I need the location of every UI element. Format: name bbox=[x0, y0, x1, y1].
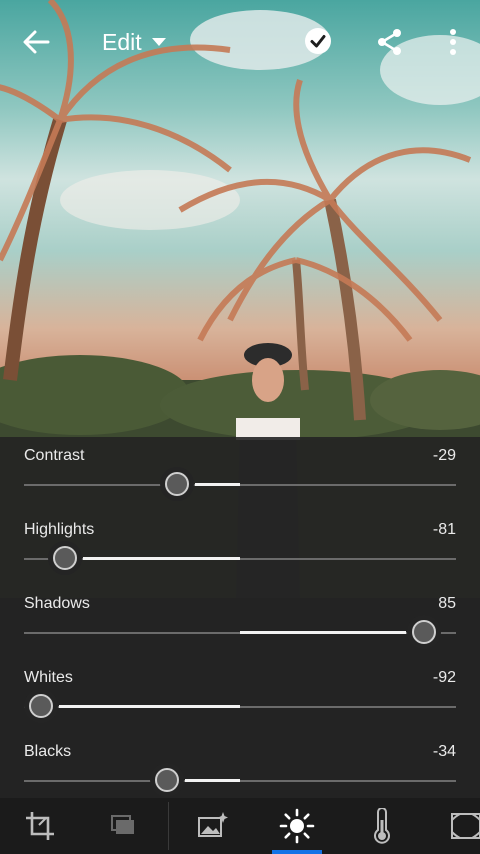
slider-value: -92 bbox=[432, 669, 456, 686]
slider-value: -29 bbox=[432, 447, 456, 464]
more-vertical-icon[interactable] bbox=[443, 28, 463, 56]
slider-label: Shadows bbox=[24, 595, 90, 612]
slider-row-contrast: Contrast -29 bbox=[0, 437, 480, 511]
auto-enhance-icon[interactable] bbox=[194, 808, 230, 844]
active-tool-indicator bbox=[272, 850, 322, 854]
chevron-down-icon[interactable] bbox=[152, 38, 166, 46]
slider-label: Contrast bbox=[24, 447, 85, 464]
top-bar: Edit bbox=[0, 0, 480, 84]
slider-thumb[interactable] bbox=[165, 472, 190, 496]
slider-fill bbox=[83, 557, 240, 560]
slider-thumb[interactable] bbox=[29, 694, 54, 718]
slider-fill bbox=[59, 705, 240, 708]
presets-icon[interactable] bbox=[106, 808, 142, 844]
slider-fill bbox=[184, 779, 240, 782]
check-circle-icon[interactable] bbox=[304, 27, 332, 55]
slider-row-whites: Whites -92 bbox=[0, 659, 480, 733]
back-arrow-icon[interactable] bbox=[22, 28, 50, 56]
slider-track[interactable] bbox=[24, 484, 456, 486]
light-icon[interactable] bbox=[279, 808, 315, 844]
slider-row-shadows: Shadows 85 bbox=[0, 585, 480, 659]
slider-fill bbox=[195, 483, 240, 486]
page-title[interactable]: Edit bbox=[102, 28, 142, 56]
slider-label: Blacks bbox=[24, 743, 72, 760]
slider-track[interactable] bbox=[24, 780, 456, 782]
light-adjustments-panel: Contrast -29 Highlights -81 Shadows 85 W… bbox=[0, 437, 480, 798]
slider-thumb[interactable] bbox=[411, 620, 436, 644]
slider-value: 85 bbox=[438, 595, 456, 612]
slider-row-blacks: Blacks -34 bbox=[0, 733, 480, 807]
slider-thumb[interactable] bbox=[53, 546, 78, 570]
bottom-toolbar bbox=[0, 798, 480, 854]
slider-label: Whites bbox=[24, 669, 73, 686]
toolbar-divider bbox=[168, 802, 169, 850]
slider-thumb[interactable] bbox=[154, 768, 179, 792]
vignette-icon[interactable] bbox=[448, 808, 480, 844]
crop-icon[interactable] bbox=[22, 808, 58, 844]
color-temperature-icon[interactable] bbox=[364, 808, 400, 844]
slider-label: Highlights bbox=[24, 521, 95, 538]
slider-value: -81 bbox=[432, 521, 456, 538]
share-icon[interactable] bbox=[377, 28, 403, 56]
slider-row-highlights: Highlights -81 bbox=[0, 511, 480, 585]
slider-fill bbox=[240, 631, 406, 634]
slider-value: -34 bbox=[432, 743, 456, 760]
